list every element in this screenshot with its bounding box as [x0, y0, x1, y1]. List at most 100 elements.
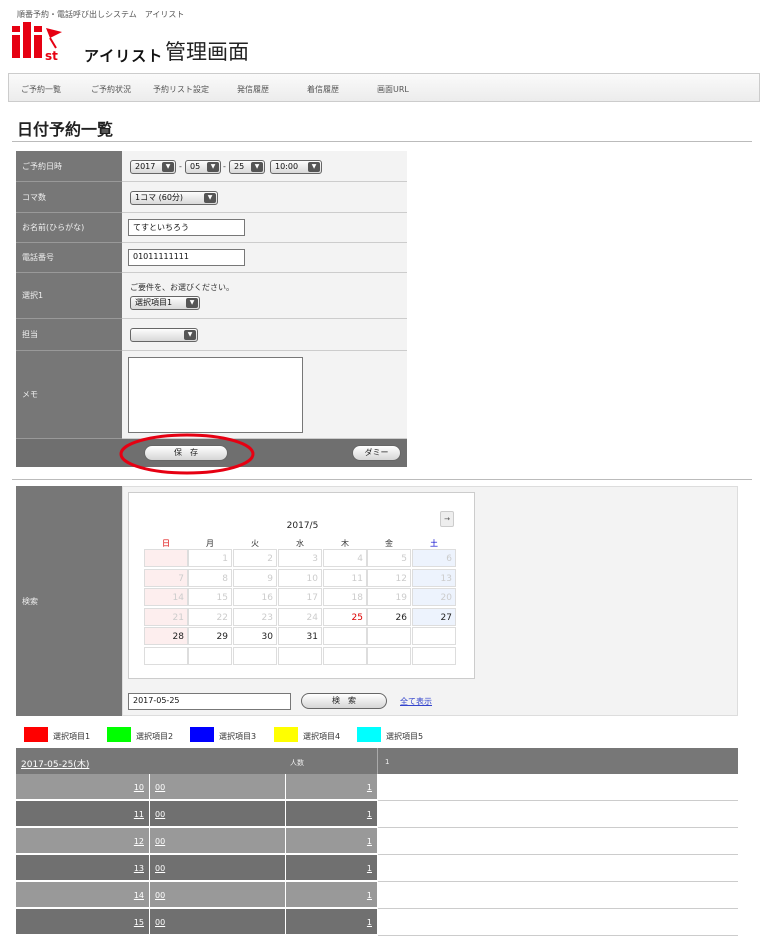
- calendar-day[interactable]: 26: [367, 607, 411, 626]
- phone-input[interactable]: 01011111111: [128, 249, 245, 266]
- calendar-day[interactable]: 23: [233, 607, 277, 626]
- calendar-day: [188, 646, 232, 665]
- minute-cell: 00: [150, 774, 285, 800]
- count-cell-link[interactable]: 1: [367, 783, 372, 792]
- month-select[interactable]: 05 ▼: [185, 160, 221, 174]
- minute-cell-link[interactable]: 00: [155, 864, 165, 873]
- legend-swatch: [24, 727, 48, 742]
- slots-select[interactable]: 1コマ (60分) ▼: [130, 191, 218, 205]
- calendar-day[interactable]: 22: [188, 607, 232, 626]
- calendar-day[interactable]: 18: [323, 588, 367, 606]
- memo-textarea[interactable]: [128, 357, 303, 433]
- count-cell-link[interactable]: 1: [367, 810, 372, 819]
- hour-cell: 10: [16, 774, 149, 800]
- booking-cell[interactable]: [378, 882, 738, 908]
- legend-label: 選択項目2: [136, 732, 174, 741]
- hour-cell-link[interactable]: 13: [134, 864, 144, 873]
- count-cell: 1: [286, 828, 377, 854]
- calendar-day[interactable]: 29: [188, 627, 232, 645]
- nav-reservation-list[interactable]: ご予約一覧: [21, 84, 61, 95]
- search-date-input[interactable]: 2017-05-25: [128, 693, 291, 710]
- hour-cell: 13: [16, 855, 149, 881]
- calendar-day: [323, 627, 367, 645]
- calendar-day[interactable]: 19: [367, 588, 411, 606]
- calendar-day[interactable]: 15: [188, 588, 232, 606]
- calendar-day[interactable]: 14: [144, 588, 188, 606]
- staff-select[interactable]: ▼: [130, 328, 198, 342]
- calendar-day[interactable]: 24: [278, 607, 322, 626]
- calendar-day[interactable]: 31: [278, 627, 322, 645]
- hour-cell: 11: [16, 801, 149, 827]
- nav-list-settings[interactable]: 予約リスト設定: [153, 84, 209, 95]
- search-button[interactable]: 検 索: [301, 693, 387, 709]
- legend-label: 選択項目1: [53, 732, 91, 741]
- nav-incoming-history[interactable]: 着信履歴: [307, 84, 339, 95]
- booking-cell[interactable]: [378, 801, 738, 827]
- calendar-day[interactable]: 11: [323, 568, 367, 587]
- calendar-day[interactable]: 25: [323, 607, 367, 626]
- booking-cell[interactable]: [378, 909, 738, 935]
- calendar-day[interactable]: 20: [412, 588, 456, 606]
- calendar-day[interactable]: 27: [412, 607, 456, 626]
- count-cell-link[interactable]: 1: [367, 864, 372, 873]
- count-cell-link[interactable]: 1: [367, 918, 372, 927]
- booking-cell[interactable]: [378, 855, 738, 881]
- chevron-down-icon: ▼: [204, 193, 216, 203]
- calendar-day[interactable]: 10: [278, 568, 322, 587]
- nav-outgoing-history[interactable]: 発信履歴: [237, 84, 269, 95]
- count-header: 人数: [290, 759, 304, 767]
- minute-cell-link[interactable]: 00: [155, 837, 165, 846]
- select1-prompt: ご要件を、お選びください。: [130, 283, 234, 292]
- hour-cell-link[interactable]: 10: [134, 783, 144, 792]
- calendar-day[interactable]: 28: [144, 627, 188, 645]
- name-input[interactable]: てすといちろう: [128, 219, 245, 236]
- dummy-button[interactable]: ダミー: [352, 445, 401, 461]
- count-cell-link[interactable]: 1: [367, 891, 372, 900]
- time-select[interactable]: 10:00 ▼: [270, 160, 322, 174]
- calendar-day[interactable]: 2: [233, 549, 277, 567]
- calendar-day[interactable]: 4: [323, 549, 367, 567]
- schedule-date-link[interactable]: 2017-05-25(木): [21, 757, 89, 770]
- minute-cell: 00: [150, 855, 285, 881]
- select1-select[interactable]: 選択項目1 ▼: [130, 296, 200, 310]
- hour-cell-link[interactable]: 15: [134, 918, 144, 927]
- year-select[interactable]: 2017 ▼: [130, 160, 176, 174]
- calendar-day[interactable]: 8: [188, 568, 232, 587]
- calendar-day[interactable]: 5: [367, 549, 411, 567]
- calendar-day[interactable]: 3: [278, 549, 322, 567]
- calendar-day: [412, 646, 456, 665]
- minute-cell-link[interactable]: 00: [155, 810, 165, 819]
- show-all-link[interactable]: 全て表示: [400, 696, 432, 707]
- booking-cell[interactable]: [378, 828, 738, 854]
- divider: [12, 479, 752, 480]
- nav-reservation-status[interactable]: ご予約状況: [91, 84, 131, 95]
- minute-cell-link[interactable]: 00: [155, 783, 165, 792]
- calendar-day[interactable]: 1: [188, 549, 232, 567]
- calendar-day[interactable]: 7: [144, 568, 188, 587]
- minute-cell-link[interactable]: 00: [155, 891, 165, 900]
- calendar-day[interactable]: 12: [367, 568, 411, 587]
- nav-screen-url[interactable]: 画面URL: [377, 84, 409, 95]
- chevron-down-icon: ▼: [207, 162, 219, 172]
- minute-cell: 00: [150, 882, 285, 908]
- calendar-day[interactable]: 13: [412, 568, 456, 587]
- calendar-day[interactable]: 30: [233, 627, 277, 645]
- schedule-header: 2017-05-25(木) 人数 1: [16, 748, 738, 774]
- minute-cell-link[interactable]: 00: [155, 918, 165, 927]
- calendar-day: [367, 627, 411, 645]
- booking-cell[interactable]: [378, 774, 738, 800]
- hour-cell-link[interactable]: 14: [134, 891, 144, 900]
- calendar-day: [144, 549, 188, 567]
- calendar-day[interactable]: 21: [144, 607, 188, 626]
- hour-cell-link[interactable]: 11: [134, 810, 144, 819]
- calendar-day[interactable]: 6: [412, 549, 456, 567]
- hour-cell-link[interactable]: 12: [134, 837, 144, 846]
- time-value: 10:00: [275, 162, 299, 171]
- next-month-button[interactable]: →: [440, 511, 454, 527]
- chevron-down-icon: ▼: [308, 162, 320, 172]
- day-select[interactable]: 25 ▼: [229, 160, 265, 174]
- count-cell-link[interactable]: 1: [367, 837, 372, 846]
- calendar-day[interactable]: 17: [278, 588, 322, 606]
- calendar-day[interactable]: 16: [233, 588, 277, 606]
- calendar-day[interactable]: 9: [233, 568, 277, 587]
